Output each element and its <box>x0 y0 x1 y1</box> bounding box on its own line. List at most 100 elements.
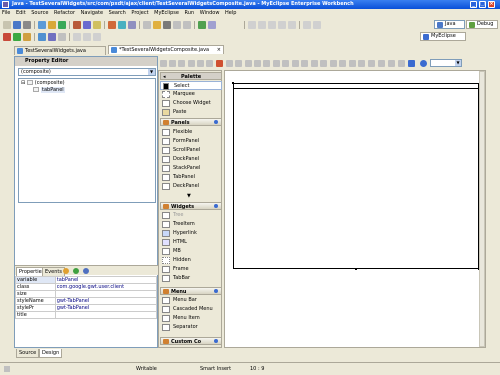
perspective-java[interactable]: Java <box>434 20 465 29</box>
same-width-icon[interactable] <box>273 60 280 67</box>
space-horizontal-icon[interactable] <box>292 60 299 67</box>
goto-definition-icon[interactable] <box>73 268 79 274</box>
palette-deckpanel[interactable]: DeckPanel <box>160 182 222 191</box>
zoom-combo[interactable]: ▼ <box>430 59 462 67</box>
pencil-icon[interactable] <box>153 21 161 29</box>
web-icon[interactable] <box>128 21 136 29</box>
server-icon[interactable] <box>83 21 91 29</box>
chevron-down-icon[interactable]: ▼ <box>455 60 461 66</box>
palette-html[interactable]: HTML <box>160 238 222 247</box>
table-row[interactable]: stylePr gwt-TabPanel <box>15 304 158 312</box>
save-icon[interactable] <box>13 21 21 29</box>
debug-icon[interactable] <box>3 33 11 41</box>
palette-flexible[interactable]: Flexible <box>160 128 222 137</box>
category-menu[interactable]: Menu <box>160 287 222 295</box>
nav-forward-icon[interactable] <box>288 21 296 29</box>
palette-menu-item[interactable]: Menu Item <box>160 314 222 323</box>
palette-frame[interactable]: Frame <box>160 265 222 274</box>
open-type-hierarchy-icon[interactable] <box>38 33 46 41</box>
table-row[interactable]: size <box>15 290 158 298</box>
fast-view-icon[interactable] <box>4 366 10 372</box>
open-type-icon[interactable] <box>93 21 101 29</box>
last-edit-icon[interactable] <box>163 21 171 29</box>
tab-source[interactable]: Source <box>16 349 40 358</box>
cut-icon[interactable] <box>245 60 252 67</box>
align-left-icon[interactable] <box>160 60 167 67</box>
align-center-icon[interactable] <box>169 60 176 67</box>
palette-arrow-icon[interactable]: ◂ <box>163 73 166 81</box>
browser-icon[interactable] <box>208 21 216 29</box>
same-height-icon[interactable] <box>282 60 289 67</box>
toggle-icon[interactable] <box>248 21 256 29</box>
palette-stackpanel[interactable]: StackPanel <box>160 164 222 173</box>
palette-paste[interactable]: Paste <box>160 108 222 117</box>
tab-composite[interactable]: *TestSeveralWidgetsComposite.java × <box>108 45 224 54</box>
delete-icon[interactable] <box>216 60 223 67</box>
palette-mb[interactable]: MB <box>160 247 222 256</box>
perspective-myeclipse[interactable]: MyEclipse <box>420 32 466 41</box>
preview-icon[interactable] <box>378 60 385 67</box>
menu-navigate[interactable]: Navigate <box>81 10 103 16</box>
tab-testseveralwidgets[interactable]: TestSeveralWidgets.java <box>14 46 106 55</box>
globe-icon[interactable] <box>408 60 415 67</box>
new-class-icon[interactable] <box>58 21 66 29</box>
composite-widget[interactable] <box>232 82 480 270</box>
align-bottom-icon[interactable] <box>206 60 213 67</box>
close-button[interactable]: × <box>488 1 495 8</box>
palette-cascaded-menu[interactable]: Cascaded Menu <box>160 305 222 314</box>
history-icon[interactable] <box>313 21 321 29</box>
indent-icon[interactable] <box>93 33 101 41</box>
pin-icon[interactable] <box>214 120 218 124</box>
palette-menubar[interactable]: Menu Bar <box>160 296 222 305</box>
category-panels[interactable]: Panels <box>160 118 222 126</box>
pin-icon[interactable] <box>303 21 311 29</box>
gwt-icon[interactable] <box>198 21 206 29</box>
menu-source[interactable]: Source <box>31 10 48 16</box>
new-project-icon[interactable] <box>38 21 46 29</box>
align-middle-icon[interactable] <box>197 60 204 67</box>
chevron-down-icon[interactable]: ▼ <box>148 69 155 75</box>
palette-choose-widget[interactable]: Choose Widget <box>160 99 222 108</box>
menu-edit[interactable]: Edit <box>16 10 26 16</box>
pin-icon[interactable] <box>214 289 218 293</box>
center-horizontal-icon[interactable] <box>311 60 318 67</box>
table-row[interactable]: title <box>15 311 158 319</box>
new-icon[interactable] <box>3 21 11 29</box>
run-icon[interactable] <box>13 33 21 41</box>
nav-back-icon[interactable] <box>278 21 286 29</box>
space-vertical-icon[interactable] <box>301 60 308 67</box>
fit-icon[interactable] <box>368 60 375 67</box>
show-advanced-icon[interactable] <box>63 268 69 274</box>
palette-hidden[interactable]: Hidden <box>160 256 222 265</box>
default-value-icon[interactable] <box>83 268 89 274</box>
palette-dockpanel[interactable]: DockPanel <box>160 155 222 164</box>
search-icon[interactable] <box>118 21 126 29</box>
snap-icon[interactable] <box>339 60 346 67</box>
menu-refactor[interactable]: Refactor <box>54 10 75 16</box>
undo-icon[interactable] <box>226 60 233 67</box>
format-icon[interactable] <box>73 33 81 41</box>
tree-node-tabpanel[interactable]: tabPanel <box>33 87 65 94</box>
toggle-mark-icon[interactable] <box>58 33 66 41</box>
perspective-debug[interactable]: Debug <box>466 20 498 29</box>
layout-icon[interactable] <box>398 60 405 67</box>
align-right-icon[interactable] <box>178 60 185 67</box>
resize-handle[interactable] <box>355 268 357 270</box>
pin-icon[interactable] <box>214 204 218 208</box>
annotation-icon[interactable] <box>143 21 151 29</box>
task-icon[interactable] <box>108 21 116 29</box>
minimize-button[interactable]: _ <box>470 1 477 8</box>
resize-handle[interactable] <box>232 82 234 84</box>
external-tools-icon[interactable] <box>23 33 31 41</box>
forward-icon[interactable] <box>183 21 191 29</box>
palette-separator[interactable]: Separator <box>160 323 222 332</box>
close-tab-icon[interactable]: × <box>217 46 221 54</box>
prev-annotation-icon[interactable] <box>258 21 266 29</box>
next-annotation-icon[interactable] <box>268 21 276 29</box>
comment-icon[interactable] <box>83 33 91 41</box>
palette-treeitem[interactable]: TreeItem <box>160 220 222 229</box>
redo-icon[interactable] <box>235 60 242 67</box>
copy-icon[interactable] <box>254 60 261 67</box>
palette-tabpanel[interactable]: TabPanel <box>160 173 222 182</box>
component-combo[interactable]: (composite) ▼ <box>18 68 156 76</box>
